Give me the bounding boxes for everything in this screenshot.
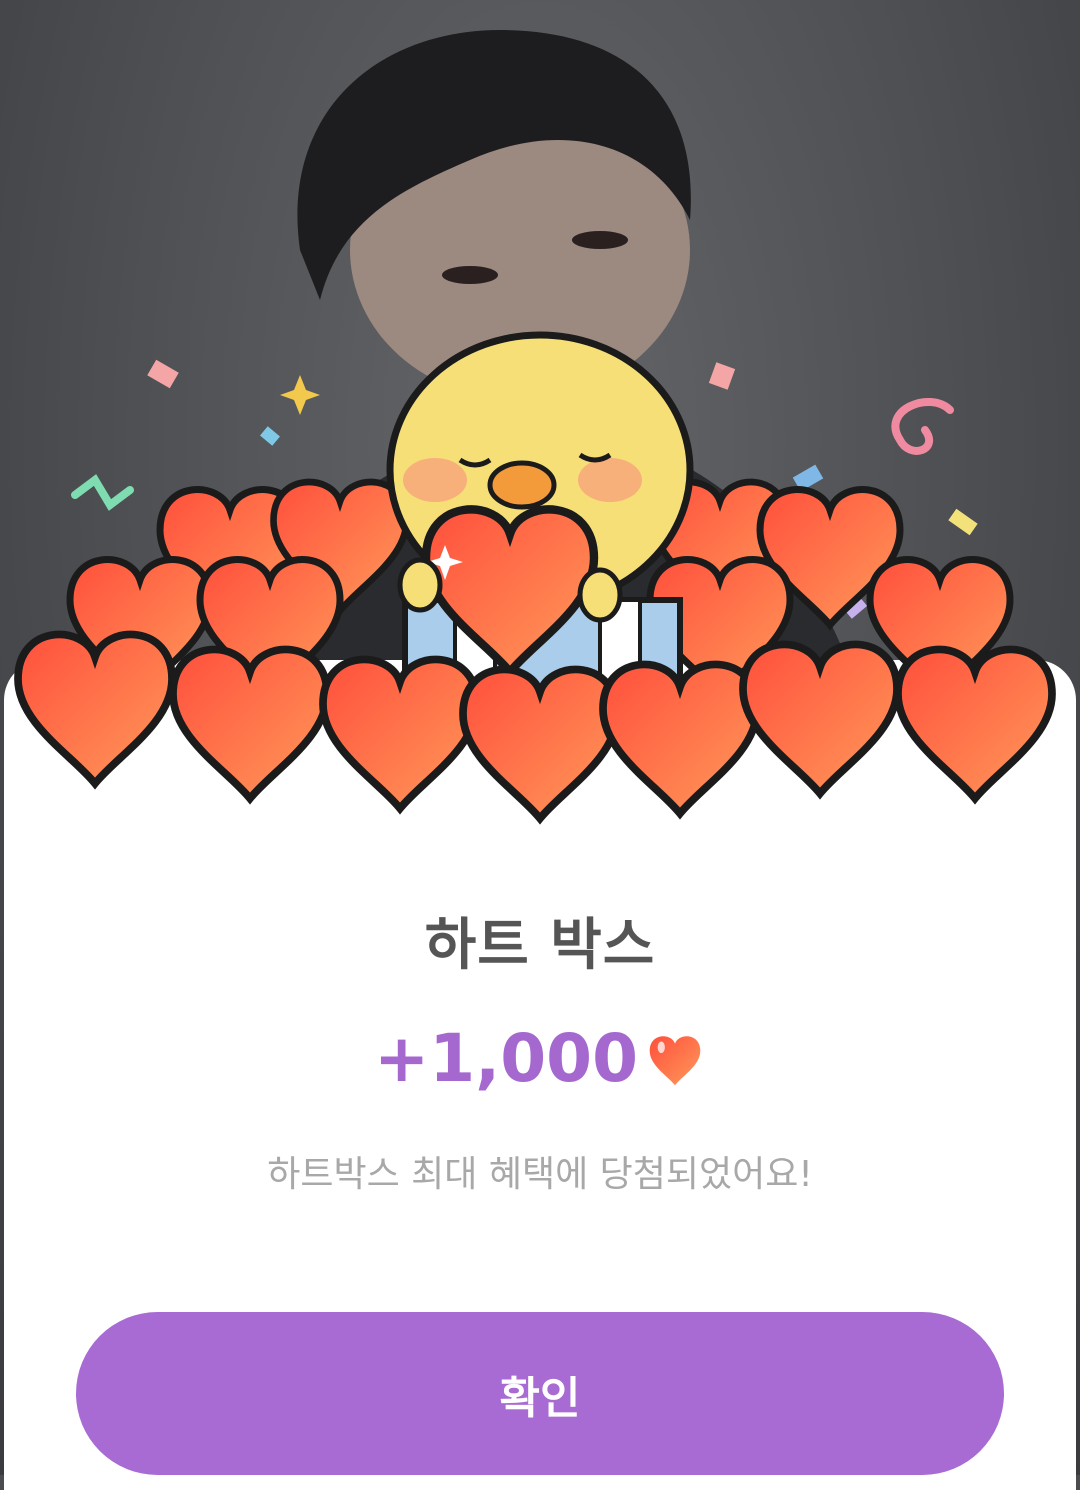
confirm-button[interactable]: 확인 [76, 1312, 1004, 1475]
duck-mascot [386, 331, 694, 693]
reward-amount-row: +1,000 [0, 1020, 1080, 1097]
reward-message: 하트박스 최대 혜택에 당첨되었어요! [267, 1154, 813, 1195]
dialog-title: 하트 박스 [424, 913, 656, 978]
heart-box-illustration [0, 331, 1080, 850]
heart-icon [649, 1035, 701, 1085]
reward-amount: +1,000 [373, 1020, 639, 1097]
